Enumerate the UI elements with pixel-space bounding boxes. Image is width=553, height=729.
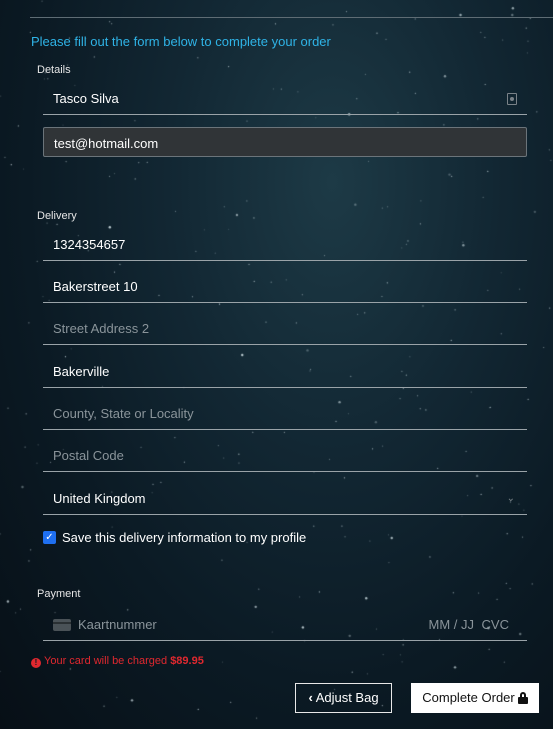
payment-label: Payment bbox=[37, 588, 81, 600]
charge-amount: $89.95 bbox=[170, 655, 204, 667]
country-value: United Kingdom bbox=[53, 491, 146, 506]
country-select[interactable]: United Kingdom ⌄ bbox=[43, 483, 527, 515]
county-placeholder: County, State or Locality bbox=[53, 406, 194, 421]
town-field[interactable]: Bakerville bbox=[43, 356, 527, 388]
adjust-bag-label: Adjust Bag bbox=[315, 690, 379, 705]
card-input[interactable]: Kaartnummer MM / JJ CVC bbox=[43, 609, 527, 641]
form-instructions: Please fill out the form below to comple… bbox=[31, 34, 331, 49]
details-label: Details bbox=[37, 64, 71, 76]
street-address-2-placeholder: Street Address 2 bbox=[53, 321, 150, 336]
charge-text: Your card will be charged bbox=[44, 655, 168, 667]
street-address-1-field[interactable]: Bakerstreet 10 bbox=[43, 271, 527, 303]
phone-value: 1324354657 bbox=[53, 237, 126, 252]
full-name-value: Tasco Silva bbox=[53, 91, 119, 106]
postcode-placeholder: Postal Code bbox=[53, 448, 124, 463]
credit-card-icon bbox=[53, 619, 71, 631]
postcode-field[interactable]: Postal Code bbox=[43, 440, 527, 472]
top-divider bbox=[30, 17, 553, 18]
card-number-placeholder: Kaartnummer bbox=[78, 617, 157, 632]
email-field[interactable]: test@hotmail.com bbox=[43, 127, 527, 157]
save-delivery-checkbox[interactable]: ✓ bbox=[43, 531, 56, 544]
card-cvc-placeholder: CVC bbox=[481, 617, 509, 632]
county-field[interactable]: County, State or Locality bbox=[43, 398, 527, 430]
email-value: test@hotmail.com bbox=[54, 136, 159, 151]
save-delivery-label: Save this delivery information to my pro… bbox=[62, 530, 307, 545]
town-value: Bakerville bbox=[53, 364, 110, 379]
charge-notice: ! Your card will be charged $89.95 bbox=[31, 655, 204, 668]
phone-field[interactable]: 1324354657 bbox=[43, 229, 527, 261]
street-address-1-value: Bakerstreet 10 bbox=[53, 279, 138, 294]
complete-order-label: Complete Order bbox=[422, 690, 515, 705]
complete-order-button[interactable]: Complete Order bbox=[411, 683, 539, 713]
lock-icon bbox=[517, 692, 528, 704]
adjust-bag-button[interactable]: ‹ Adjust Bag bbox=[295, 683, 392, 713]
card-expiry-placeholder: MM / JJ bbox=[428, 617, 475, 632]
contact-card-icon bbox=[507, 93, 517, 105]
chevron-left-icon: ‹ bbox=[308, 690, 313, 705]
full-name-field[interactable]: Tasco Silva bbox=[43, 83, 527, 115]
street-address-2-field[interactable]: Street Address 2 bbox=[43, 313, 527, 345]
chevron-down-icon: ⌄ bbox=[506, 493, 515, 504]
alert-icon: ! bbox=[31, 658, 41, 668]
checkout-page: Please fill out the form below to comple… bbox=[0, 0, 553, 729]
delivery-label: Delivery bbox=[37, 210, 77, 222]
